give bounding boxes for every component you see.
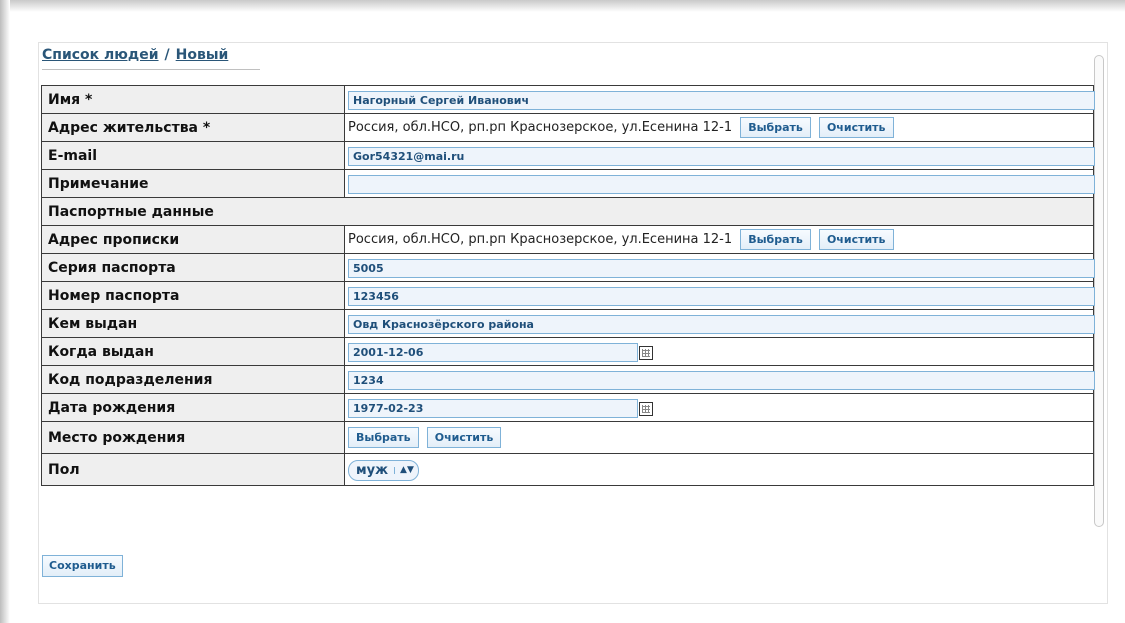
division-code-input[interactable] [348,371,1095,390]
passport-number-input[interactable] [348,287,1095,306]
scrollbar[interactable] [1094,55,1104,527]
registration-label: Адрес прописки [41,225,345,254]
row-passport-series: Серия паспорта [41,253,1095,282]
row-birth-date: Дата рождения [41,393,1094,422]
updown-arrows-icon: ▲▼ [394,465,414,474]
row-passport-number: Номер паспорта [41,281,1095,310]
birth-date-label: Дата рождения [41,393,345,422]
breadcrumb: Список людей / Новый [42,47,260,70]
gender-label: Пол [41,453,345,486]
row-residence: Адрес жительства * Россия, обл.НСО, рп.р… [41,113,1094,142]
gender-select-value: муж [356,462,389,478]
row-note: Примечание [41,169,1095,198]
birth-place-label: Место рождения [41,421,345,454]
passport-section-header: Паспортные данные [41,197,1094,226]
issue-date-label: Когда выдан [41,337,345,366]
name-input[interactable] [348,91,1095,110]
window-top-shadow [0,0,1125,12]
calendar-icon[interactable] [639,401,653,416]
passport-series-input[interactable] [348,259,1095,278]
residence-select-button[interactable]: Выбрать [740,117,811,138]
birth-place-clear-button[interactable]: Очистить [426,427,502,448]
residence-clear-button[interactable]: Очистить [818,117,894,138]
note-label: Примечание [41,169,345,198]
row-birth-place: Место рождения Выбрать Очистить [41,421,1094,454]
registration-clear-button[interactable]: Очистить [818,229,894,250]
gender-select[interactable]: муж ▲▼ [348,459,419,481]
email-label: E-mail [41,141,345,170]
residence-label: Адрес жительства * [41,113,345,142]
breadcrumb-separator: / [164,47,170,63]
residence-address-text: Россия, обл.НСО, рп.рп Краснозерское, ул… [348,120,733,135]
breadcrumb-new-link[interactable]: Новый [176,47,229,63]
issued-by-input[interactable] [348,315,1095,334]
note-input[interactable] [348,175,1095,194]
save-button[interactable]: Сохранить [42,555,123,577]
row-registration: Адрес прописки Россия, обл.НСО, рп.рп Кр… [41,225,1094,254]
row-issued-by: Кем выдан [41,309,1095,338]
registration-select-button[interactable]: Выбрать [740,229,811,250]
row-division-code: Код подразделения [41,365,1095,394]
breadcrumb-people-list-link[interactable]: Список людей [42,47,159,63]
calendar-icon[interactable] [639,345,653,360]
row-passport-section: Паспортные данные [41,197,1094,226]
name-label: Имя * [41,85,345,114]
division-code-label: Код подразделения [41,365,345,394]
person-form-table: Имя * Адрес жительства * Россия, обл.НСО… [41,85,1095,486]
row-gender: Пол муж ▲▼ [41,453,1094,486]
passport-number-label: Номер паспорта [41,281,345,310]
birth-place-select-button[interactable]: Выбрать [348,427,419,448]
row-issue-date: Когда выдан [41,337,1094,366]
row-email: E-mail [41,141,1095,170]
issue-date-input[interactable] [348,343,638,362]
email-input[interactable] [348,147,1095,166]
issued-by-label: Кем выдан [41,309,345,338]
window-left-shadow [0,0,10,623]
registration-address-text: Россия, обл.НСО, рп.рп Краснозерское, ул… [348,232,733,247]
passport-series-label: Серия паспорта [41,253,345,282]
row-name: Имя * [41,85,1095,114]
birth-date-input[interactable] [348,399,638,418]
